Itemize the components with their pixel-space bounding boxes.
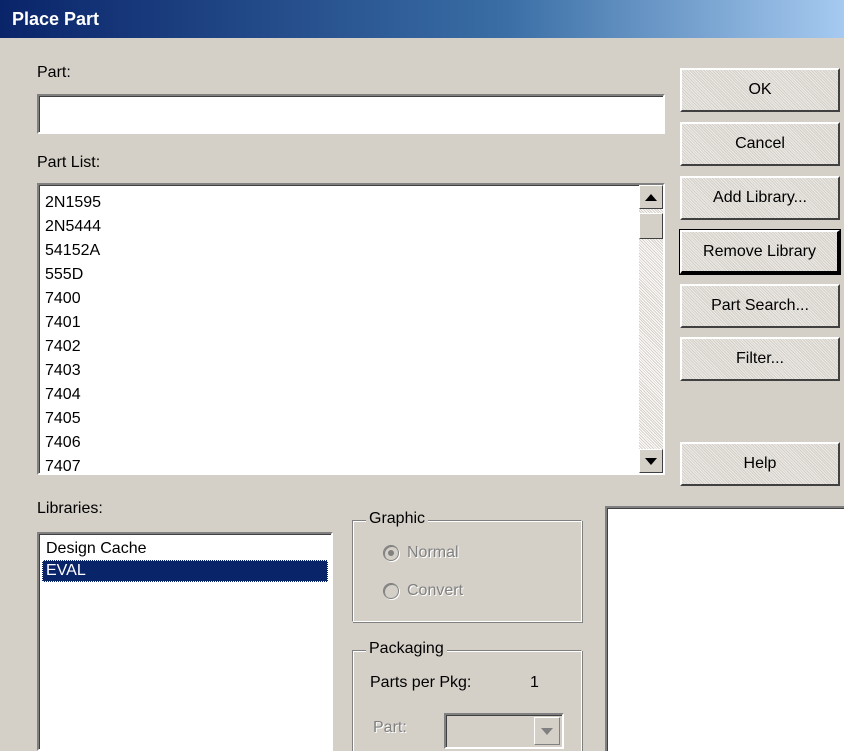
part-list[interactable]: 2N1595 2N5444 54152A 555D 7400 7401 7402…: [37, 183, 665, 475]
list-item[interactable]: Design Cache: [42, 538, 328, 560]
list-item[interactable]: 7407: [45, 455, 635, 473]
list-item-selected[interactable]: EVAL: [42, 560, 328, 582]
convert-radio[interactable]: Convert: [383, 582, 463, 600]
remove-library-button[interactable]: Remove Library: [679, 229, 841, 275]
part-list-scrollbar[interactable]: [639, 185, 663, 473]
help-button[interactable]: Help: [680, 442, 840, 486]
add-library-button[interactable]: Add Library...: [680, 176, 840, 220]
libraries-label: Libraries:: [37, 500, 103, 518]
combo-dropdown-button[interactable]: [534, 717, 560, 745]
radio-checked-icon: [383, 545, 399, 561]
ok-button[interactable]: OK: [680, 68, 840, 112]
list-item[interactable]: 2N1595: [45, 191, 635, 215]
libraries-list[interactable]: Design Cache EVAL: [37, 532, 333, 751]
convert-radio-label: Convert: [407, 582, 464, 599]
parts-per-pkg-label: Parts per Pkg:: [370, 674, 472, 691]
pkg-part-combobox[interactable]: [444, 713, 564, 749]
list-item[interactable]: 555D: [45, 263, 635, 287]
libraries-label-text: Libraries:: [37, 500, 103, 517]
part-label: Part:: [37, 64, 71, 82]
graphic-group: [352, 520, 582, 622]
list-item[interactable]: 7401: [45, 311, 635, 335]
list-item[interactable]: 7406: [45, 431, 635, 455]
radio-unchecked-icon: [383, 583, 399, 599]
scroll-down-button[interactable]: [639, 449, 663, 473]
list-item[interactable]: 2N5444: [45, 215, 635, 239]
part-search-button[interactable]: Part Search...: [680, 284, 840, 328]
part-list-items: 2N1595 2N5444 54152A 555D 7400 7401 7402…: [45, 191, 635, 473]
title-bar: Place Part: [0, 0, 844, 38]
chevron-down-icon: [541, 727, 553, 735]
list-item[interactable]: 7404: [45, 383, 635, 407]
cancel-button[interactable]: Cancel: [680, 122, 840, 166]
list-item[interactable]: 7405: [45, 407, 635, 431]
part-list-label: Part List:: [37, 154, 100, 172]
scroll-thumb[interactable]: [639, 213, 663, 239]
normal-radio[interactable]: Normal: [383, 544, 459, 562]
list-item[interactable]: 54152A: [45, 239, 635, 263]
part-input[interactable]: [37, 94, 665, 134]
part-list-label-text: Part List:: [37, 154, 101, 171]
normal-radio-label: Normal: [407, 544, 459, 561]
part-preview: [605, 506, 844, 751]
window-title: Place Part: [12, 9, 100, 29]
pkg-part-label: Part:: [373, 719, 407, 736]
part-label-text: Part:: [37, 64, 71, 81]
parts-per-pkg-value: 1: [530, 674, 539, 691]
list-item[interactable]: 7403: [45, 359, 635, 383]
list-item[interactable]: 7400: [45, 287, 635, 311]
packaging-group-title: Packaging: [366, 640, 447, 658]
graphic-group-title: Graphic: [366, 510, 429, 528]
triangle-up-icon: [645, 193, 657, 201]
triangle-down-icon: [645, 457, 657, 465]
filter-button[interactable]: Filter...: [680, 337, 840, 381]
list-item[interactable]: 7402: [45, 335, 635, 359]
scroll-up-button[interactable]: [639, 185, 663, 209]
place-part-dialog: Place Part Part: Part List: 2N1595 2N544…: [0, 0, 844, 751]
